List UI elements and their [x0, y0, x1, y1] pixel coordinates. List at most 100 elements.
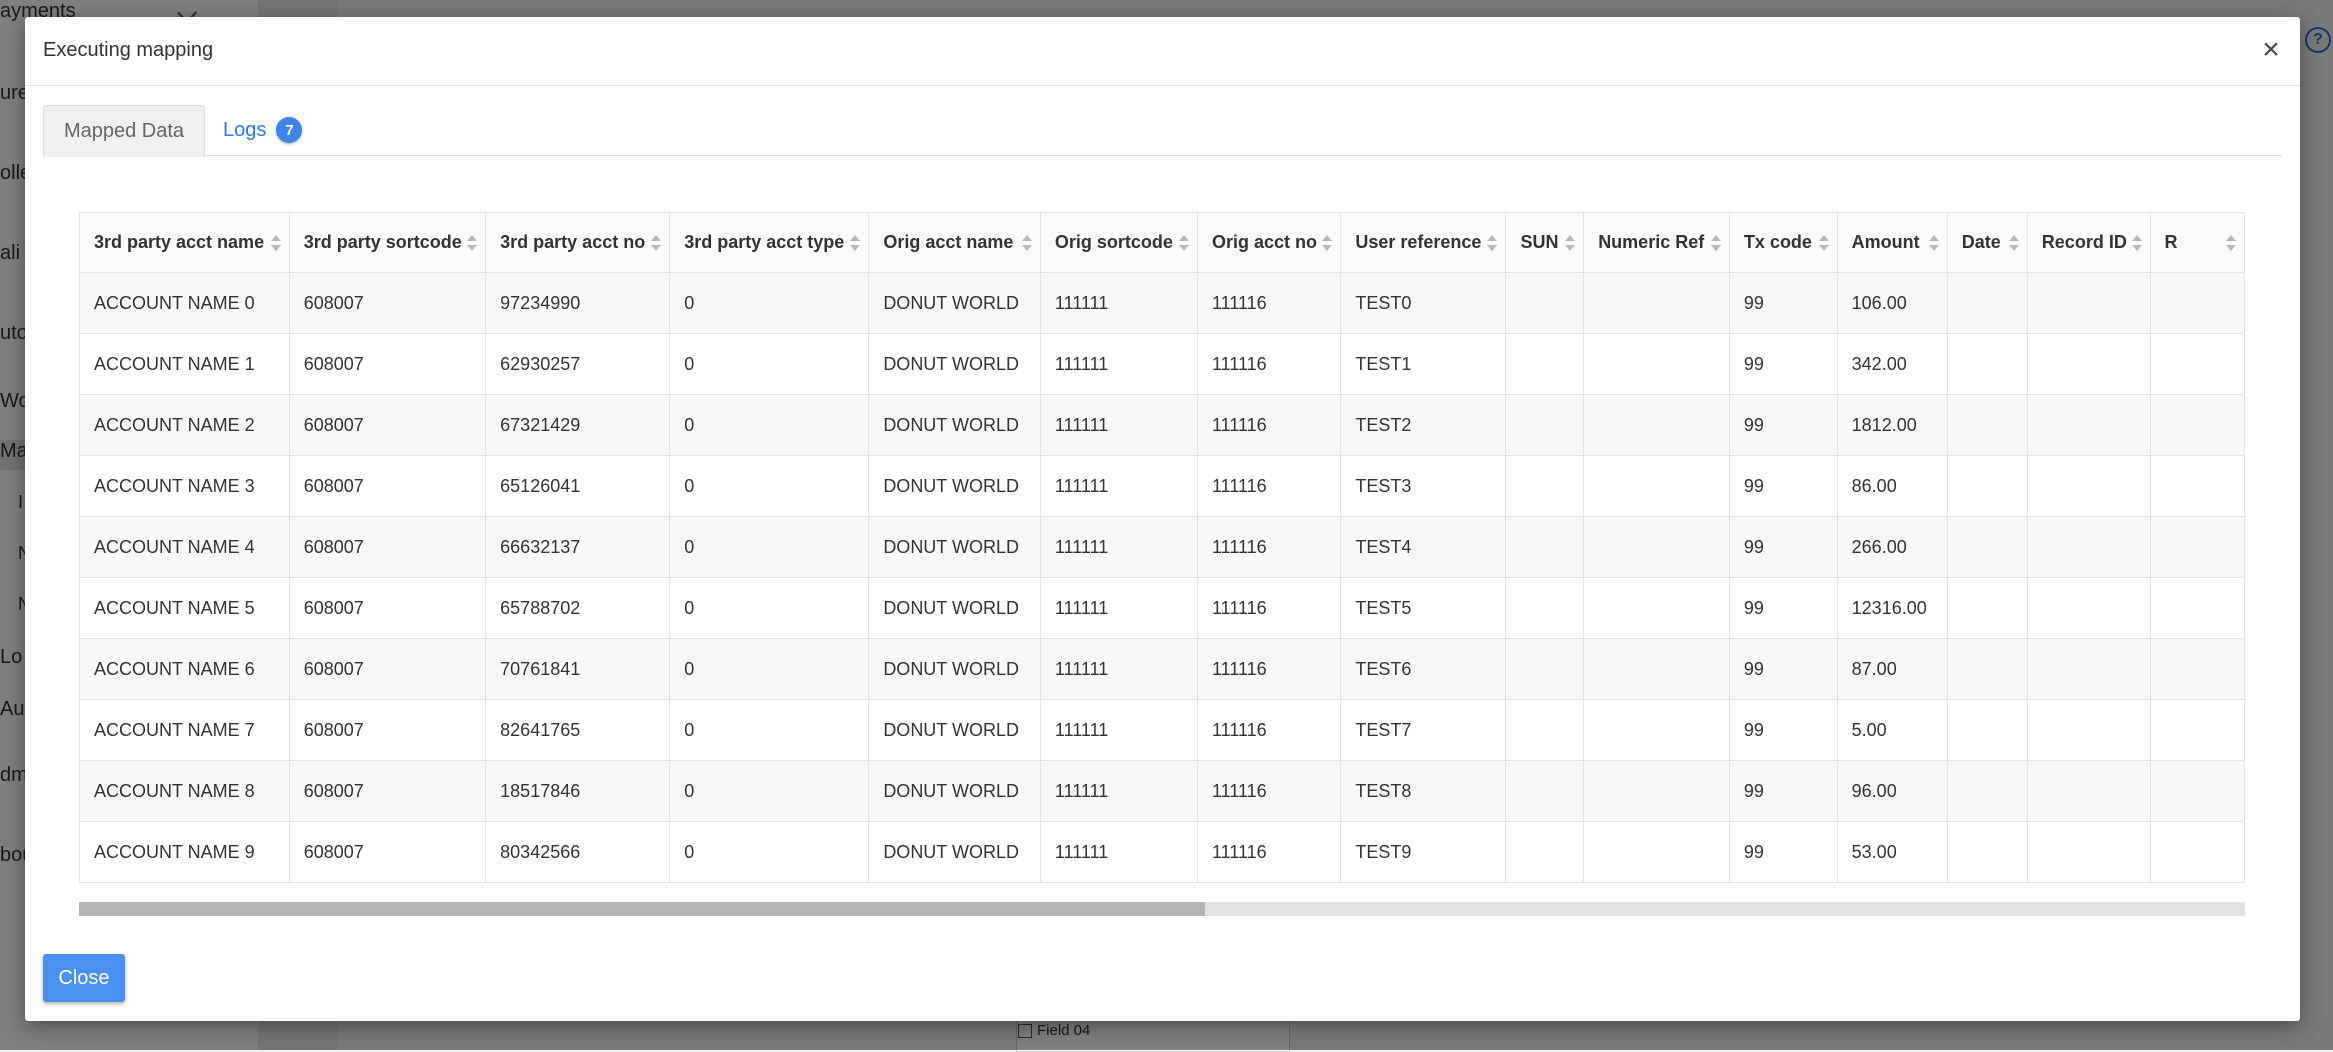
horizontal-scrollbar[interactable] — [79, 902, 2245, 916]
sort-icon[interactable] — [2008, 235, 2019, 251]
sort-icon[interactable] — [651, 235, 662, 251]
table-cell — [2149, 516, 2245, 578]
tab-label: Logs — [223, 118, 267, 141]
column-header[interactable]: Amount — [1836, 212, 1948, 273]
sort-icon[interactable] — [850, 235, 861, 251]
table-row[interactable]: ACCOUNT NAME 5 608007 65788702 0 DONUT WORLD… — [79, 577, 2245, 639]
table-cell: DONUT WORLD — [868, 394, 1041, 456]
sort-icon[interactable] — [1710, 235, 1721, 251]
table-cell: DONUT WORLD — [868, 577, 1041, 639]
table-cell: 111111 — [1039, 577, 1198, 639]
tab-label: Mapped Data — [63, 120, 185, 142]
table-cell — [1505, 394, 1585, 456]
table-cell: DONUT WORLD — [868, 760, 1041, 822]
column-header[interactable]: Numeric Ref — [1583, 212, 1730, 273]
table-cell: 62930257 — [485, 333, 671, 395]
table-cell: 87.00 — [1836, 638, 1948, 700]
sort-icon[interactable] — [2131, 235, 2142, 251]
table-cell: 70761841 — [485, 638, 671, 700]
table-cell — [2026, 638, 2151, 700]
column-header-label: Tx code — [1743, 232, 1812, 252]
table-cell: 106.00 — [1836, 272, 1948, 334]
column-header[interactable]: User reference — [1340, 212, 1507, 273]
table-row[interactable]: ACCOUNT NAME 3 608007 65126041 0 DONUT WORLD… — [79, 455, 2245, 517]
table-cell — [1946, 699, 2028, 761]
column-header[interactable]: Tx code — [1728, 212, 1838, 273]
table-cell — [2026, 333, 2151, 395]
sort-icon[interactable] — [1928, 235, 1939, 251]
table-cell: DONUT WORLD — [868, 821, 1041, 883]
sort-icon[interactable] — [1818, 235, 1829, 251]
column-header-label: Record ID — [2041, 232, 2127, 252]
mapped-data-table-container: 3rd party acct name 3rd party sortcode 3rd… — [79, 212, 2245, 902]
table-cell — [1583, 821, 1730, 883]
column-header[interactable]: Date — [1946, 212, 2028, 273]
table-cell: TEST1 — [1340, 333, 1507, 395]
table-cell — [1946, 394, 2028, 456]
column-header-label: 3rd party acct type — [684, 232, 845, 252]
table-row[interactable]: ACCOUNT NAME 8 608007 18517846 0 DONUT WORLD… — [79, 760, 2245, 822]
close-icon[interactable]: × — [2256, 35, 2286, 65]
column-header[interactable]: SUN — [1505, 212, 1585, 273]
sort-icon[interactable] — [270, 235, 281, 251]
table-row[interactable]: ACCOUNT NAME 9 608007 80342566 0 DONUT WORLD… — [79, 821, 2245, 883]
table-cell: 111116 — [1196, 577, 1342, 639]
table-cell — [2026, 821, 2151, 883]
table-cell: 111111 — [1039, 333, 1198, 395]
scrollbar-thumb[interactable] — [79, 902, 1205, 916]
sort-icon[interactable] — [2226, 235, 2236, 251]
column-header[interactable]: 3rd party sortcode — [288, 212, 487, 273]
sort-icon[interactable] — [1322, 235, 1333, 251]
table-row[interactable]: ACCOUNT NAME 2 608007 67321429 0 DONUT WORLD… — [79, 394, 2245, 456]
table-cell — [1583, 272, 1730, 334]
tab-logs[interactable]: Logs 7 — [223, 105, 303, 155]
table-cell: ACCOUNT NAME 3 — [79, 455, 290, 517]
table-row[interactable]: ACCOUNT NAME 1 608007 62930257 0 DONUT WORLD… — [79, 333, 2245, 395]
table-cell: 608007 — [288, 577, 487, 639]
table-cell — [1946, 821, 2028, 883]
table-cell: ACCOUNT NAME 4 — [79, 516, 290, 578]
sort-icon[interactable] — [1565, 235, 1576, 251]
table-cell — [1505, 516, 1585, 578]
column-header[interactable]: 3rd party acct type — [669, 212, 870, 273]
column-header[interactable]: Record ID — [2026, 212, 2151, 273]
table-row[interactable]: ACCOUNT NAME 4 608007 66632137 0 DONUT WORLD… — [79, 516, 2245, 578]
sort-icon[interactable] — [467, 235, 478, 251]
table-cell — [1946, 455, 2028, 517]
table-row[interactable]: ACCOUNT NAME 0 608007 97234990 0 DONUT WORLD… — [79, 272, 2245, 334]
table-cell — [1946, 333, 2028, 395]
tab-mapped-data[interactable]: Mapped Data — [43, 105, 205, 157]
table-cell: 82641765 — [485, 699, 671, 761]
column-header[interactable]: Orig acct no — [1196, 212, 1342, 273]
table-cell: 0 — [669, 699, 870, 761]
column-header-label: R — [2164, 232, 2178, 252]
table-cell — [2026, 272, 2151, 334]
sort-icon[interactable] — [1021, 235, 1032, 251]
table-cell: 608007 — [288, 821, 487, 883]
table-cell: 99 — [1728, 699, 1838, 761]
table-row[interactable]: ACCOUNT NAME 6 608007 70761841 0 DONUT WORLD… — [79, 638, 2245, 700]
table-cell — [1505, 699, 1585, 761]
table-cell: TEST0 — [1340, 272, 1507, 334]
column-header[interactable]: Orig sortcode — [1039, 212, 1198, 273]
table-cell: 608007 — [288, 699, 487, 761]
table-cell: 0 — [669, 821, 870, 883]
table-cell — [1583, 333, 1730, 395]
table-cell: 99 — [1728, 577, 1838, 639]
column-header[interactable]: Orig acct name — [868, 212, 1041, 273]
table-body: ACCOUNT NAME 0 608007 97234990 0 DONUT WORLD… — [79, 272, 2245, 883]
column-header[interactable]: 3rd party acct name — [79, 212, 290, 273]
table-cell: TEST7 — [1340, 699, 1507, 761]
close-button[interactable]: Close — [43, 954, 125, 1002]
sort-icon[interactable] — [1178, 235, 1189, 251]
table-row[interactable]: ACCOUNT NAME 7 608007 82641765 0 DONUT WORLD… — [79, 699, 2245, 761]
table-cell: 608007 — [288, 333, 487, 395]
table-cell: 1812.00 — [1836, 394, 1948, 456]
dialog-header: Executing mapping × — [25, 17, 2300, 86]
table-cell — [1583, 394, 1730, 456]
column-header[interactable]: R — [2149, 212, 2245, 273]
column-header-label: 3rd party acct no — [500, 232, 646, 252]
column-header[interactable]: 3rd party acct no — [485, 212, 671, 273]
sort-icon[interactable] — [1487, 235, 1498, 251]
table-cell: TEST8 — [1340, 760, 1507, 822]
